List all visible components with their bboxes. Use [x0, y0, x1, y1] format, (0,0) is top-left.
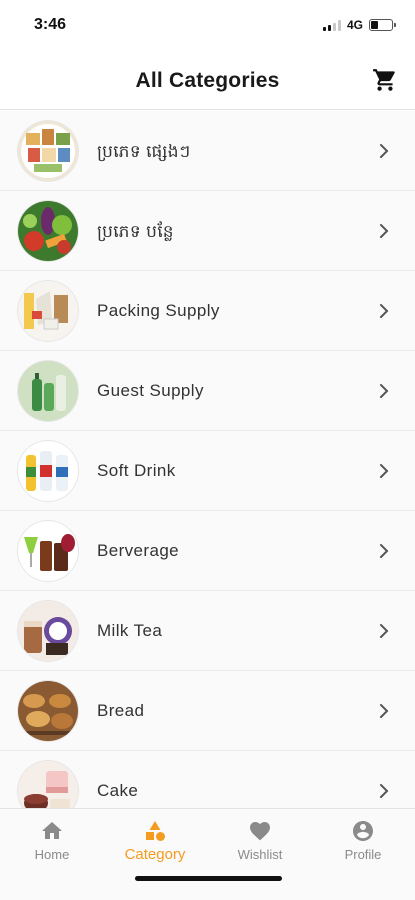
chevron-right-icon — [380, 624, 389, 638]
tab-wishlist[interactable]: Wishlist — [210, 819, 310, 862]
category-label: Bread — [97, 701, 145, 720]
tab-label: Category — [124, 846, 186, 863]
category-label: Soft Drink — [97, 461, 176, 480]
category-icon — [146, 821, 165, 841]
signal-icon — [322, 19, 341, 31]
battery-level — [371, 21, 378, 29]
category-thumbnail — [18, 281, 78, 341]
status-indicators: 4G — [322, 18, 396, 32]
chevron-right-icon — [380, 304, 389, 318]
category-thumbnail — [18, 521, 78, 581]
category-row-soft-drink[interactable]: Soft Drink — [0, 431, 415, 511]
heart-icon — [250, 822, 270, 841]
category-row-guest-supply[interactable]: Guest Supply — [0, 351, 415, 431]
status-bar: 3:46 4G — [0, 0, 415, 52]
tab-label: Wishlist — [237, 847, 283, 862]
category-row-vegetables[interactable]: ប្រភេទ បន្លែ — [0, 191, 415, 271]
category-label: Cake — [97, 781, 139, 800]
tab-category[interactable]: Category — [105, 819, 205, 863]
category-thumbnail — [18, 201, 78, 261]
bottom-tab-bar: Home Category Wishlist Profile — [0, 808, 415, 900]
header: All Categories — [0, 52, 415, 110]
category-label: Milk Tea — [97, 621, 163, 640]
category-row-bread[interactable]: Bread — [0, 671, 415, 751]
cart-icon — [373, 69, 395, 91]
chevron-right-icon — [380, 144, 389, 158]
category-thumbnail — [18, 441, 78, 501]
category-label: Berverage — [97, 541, 180, 560]
category-label: Guest Supply — [97, 381, 204, 400]
tab-home[interactable]: Home — [2, 819, 102, 862]
chevron-right-icon — [380, 384, 389, 398]
category-row-beverage[interactable]: Berverage — [0, 511, 415, 591]
category-row-packing-supply[interactable]: Packing Supply — [0, 271, 415, 351]
chevron-right-icon — [380, 224, 389, 238]
profile-icon — [353, 821, 373, 841]
category-row-milk-tea[interactable]: Milk Tea — [0, 591, 415, 671]
category-thumbnail — [18, 681, 78, 741]
category-label: Packing Supply — [97, 301, 220, 320]
page-title: All Categories — [135, 69, 280, 92]
chevron-right-icon — [380, 464, 389, 478]
chevron-right-icon — [380, 544, 389, 558]
cart-button[interactable] — [371, 66, 399, 94]
category-list[interactable]: ប្រភេទ ផ្សេងៗ ប្រភេទ បន្លែ Packing Suppl… — [0, 111, 415, 808]
category-row-cake[interactable]: Cake — [0, 751, 415, 808]
tab-label: Home — [34, 847, 70, 862]
category-label: ប្រភេទ បន្លែ — [97, 222, 174, 241]
home-icon — [42, 822, 62, 839]
category-label: ប្រភេទ ផ្សេងៗ — [97, 142, 191, 161]
network-type: 4G — [346, 18, 363, 32]
category-thumbnail — [18, 601, 78, 661]
category-thumbnail — [18, 121, 78, 181]
chevron-right-icon — [380, 704, 389, 718]
status-time: 3:46 — [34, 16, 67, 33]
category-row-assorted[interactable]: ប្រភេទ ផ្សេងៗ — [0, 111, 415, 191]
tab-profile[interactable]: Profile — [313, 819, 413, 862]
tab-label: Profile — [344, 847, 382, 862]
home-indicator — [135, 876, 282, 881]
chevron-right-icon — [380, 784, 389, 798]
category-thumbnail — [18, 761, 78, 808]
battery-icon — [369, 19, 396, 31]
category-thumbnail — [18, 361, 78, 421]
